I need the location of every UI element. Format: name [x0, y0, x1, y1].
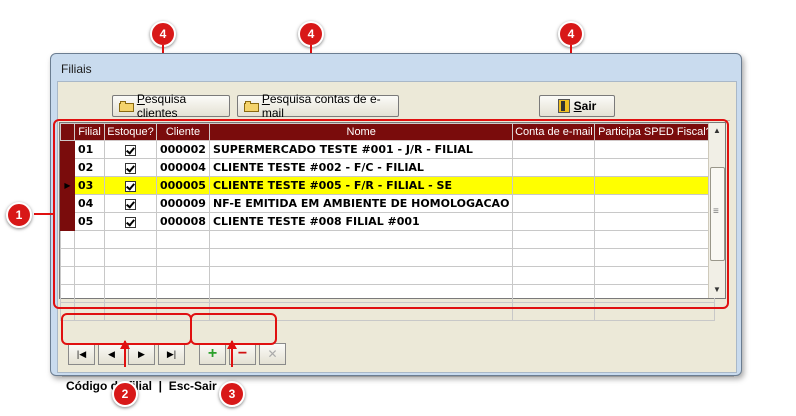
next-record-button[interactable]: ▶: [128, 343, 155, 365]
folder-open-icon: [119, 100, 134, 112]
annotation-badge-4c: 4: [558, 21, 584, 47]
annotation-bracket-grid: [53, 119, 729, 309]
status-bar: Código da filial | Esc-Sair: [62, 376, 734, 394]
window-title: Filiais: [61, 62, 92, 76]
pesquisa-email-label: Pesquisa contas de e-mail: [261, 92, 381, 120]
annotation-badge-4a: 4: [150, 21, 176, 47]
last-record-button[interactable]: ▶|: [158, 343, 185, 365]
prior-icon: ◀: [108, 348, 115, 359]
annotation-badge-1: 1: [6, 202, 32, 228]
first-record-button[interactable]: |◀: [68, 343, 95, 365]
annotation-badge-3: 3: [219, 381, 245, 407]
next-icon: ▶: [138, 348, 145, 359]
insert-record-button[interactable]: +: [199, 343, 226, 365]
delete-icon: −: [237, 345, 248, 362]
pesquisa-clientes-label: Pesquisa clientes: [136, 92, 187, 120]
last-icon: ▶|: [166, 348, 177, 359]
cancel-record-button[interactable]: ✕: [259, 343, 286, 365]
sair-button[interactable]: Sair: [539, 95, 615, 117]
sair-label: Sair: [573, 99, 597, 113]
annotation-badge-2: 2: [112, 381, 138, 407]
insert-icon: +: [207, 345, 218, 362]
pesquisa-clientes-button[interactable]: Pesquisa clientes: [112, 92, 230, 120]
annotation-badge-4b: 4: [298, 21, 324, 47]
pesquisa-email-button[interactable]: Pesquisa contas de e-mail: [237, 92, 399, 120]
exit-door-icon: [557, 99, 570, 113]
folder-open-icon: [244, 100, 259, 112]
cancel-icon: ✕: [267, 347, 278, 361]
crud-buttons: + − ✕: [199, 343, 286, 365]
toolbar: Pesquisa clientes Pesquisa contas de e-m…: [62, 86, 730, 121]
first-icon: |◀: [76, 348, 87, 359]
